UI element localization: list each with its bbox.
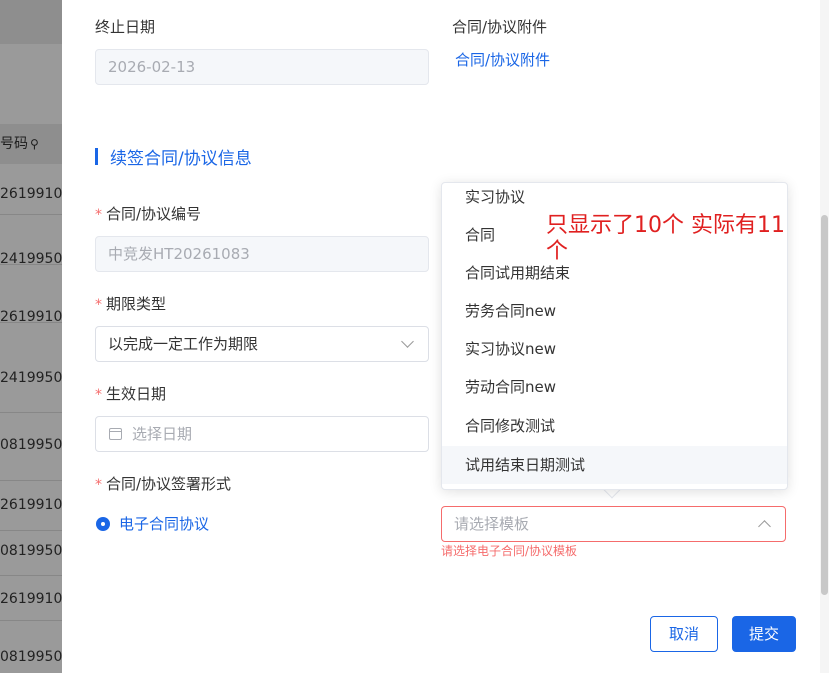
contract-no-input: 中竞发HT20261083 (95, 236, 429, 272)
contract-no-label: * 合同/协议编号 (95, 203, 201, 224)
background-cell: 2619910 (0, 309, 62, 325)
dropdown-option[interactable]: 实习协议new (442, 330, 787, 368)
template-error-text: 请选择电子合同/协议模板 (441, 544, 578, 558)
section-title: 续签合同/协议信息 (95, 145, 252, 169)
term-type-select[interactable]: 以完成一定工作为期限 (95, 326, 429, 362)
contract-no-value: 中竞发HT20261083 (108, 245, 250, 263)
term-type-value: 以完成一定工作为期限 (108, 335, 259, 353)
background-row-divider (0, 530, 62, 531)
background-page: 号码 ⚲ 2619910 2419950 2619910 2419950 0819… (0, 0, 62, 673)
background-cell: 2419950 (0, 370, 62, 386)
end-date-value: 2026-02-13 (108, 58, 196, 76)
background-cell: 2419950 (0, 251, 62, 267)
background-cell: 0819950 (0, 649, 62, 665)
cancel-button[interactable]: 取消 (650, 616, 718, 652)
effective-date-placeholder: 选择日期 (132, 425, 193, 443)
end-date-label: 终止日期 (95, 18, 156, 36)
sign-form-label-text: 合同/协议签署形式 (106, 475, 232, 493)
background-row-divider (0, 480, 62, 481)
electronic-contract-radio-label[interactable]: 电子合同协议 (119, 513, 209, 534)
end-date-input: 2026-02-13 (95, 49, 429, 85)
template-select[interactable]: 请选择模板 (441, 506, 786, 542)
template-placeholder: 请选择模板 (454, 515, 530, 533)
search-icon: ⚲ (30, 137, 39, 151)
term-type-label: * 期限类型 (95, 293, 166, 314)
dropdown-option[interactable]: 合同修改测试 (442, 407, 787, 445)
sign-form-label: * 合同/协议签署形式 (95, 473, 231, 494)
attachment-label: 合同/协议附件 (452, 18, 548, 36)
background-cell: 0819950 (0, 437, 62, 453)
effective-date-picker[interactable]: 选择日期 (95, 416, 429, 452)
annotation-line-2: 个 (546, 239, 569, 264)
background-cell: 2619910 (0, 497, 62, 513)
required-mark: * (95, 387, 102, 403)
annotation-line-1: 只显示了10个 实际有11 (546, 213, 785, 238)
required-mark: * (95, 207, 102, 223)
background-row-divider (0, 575, 62, 576)
dropdown-option[interactable]: 实习协议 (442, 183, 787, 216)
background-cell: 2619910 (0, 591, 62, 607)
dropdown-option[interactable]: 合同试用期结束 (442, 254, 787, 292)
effective-date-label-text: 生效日期 (106, 385, 167, 403)
dropdown-option[interactable]: 劳动合同new (442, 368, 787, 406)
term-type-label-text: 期限类型 (106, 295, 167, 313)
dropdown-option-hovered[interactable]: 试用结束日期测试 (442, 446, 787, 484)
background-row-divider (0, 214, 62, 215)
chevron-down-icon (401, 335, 414, 348)
contract-no-label-text: 合同/协议编号 (106, 205, 202, 223)
background-row-divider (0, 412, 62, 413)
background-cell: 2619910 (0, 186, 62, 202)
section-title-text: 续签合同/协议信息 (110, 148, 252, 169)
required-mark: * (95, 297, 102, 313)
electronic-contract-radio[interactable] (96, 517, 110, 531)
background-table-header: 号码 ⚲ (0, 124, 62, 164)
background-topbar (0, 0, 62, 44)
background-row-divider (0, 620, 62, 621)
scrollbar-thumb[interactable] (821, 215, 828, 595)
dropdown-option[interactable]: 劳务合同new (442, 292, 787, 330)
background-cell: 0819950 (0, 543, 62, 559)
submit-button[interactable]: 提交 (732, 616, 796, 652)
attachment-link[interactable]: 合同/协议附件 (455, 49, 550, 70)
effective-date-label: * 生效日期 (95, 383, 166, 404)
scrollbar-track[interactable] (820, 0, 829, 673)
chevron-up-icon (758, 520, 771, 533)
required-mark: * (95, 477, 102, 493)
calendar-icon (109, 428, 122, 440)
background-header-label: 号码 (0, 136, 28, 152)
section-title-bar (95, 147, 98, 165)
